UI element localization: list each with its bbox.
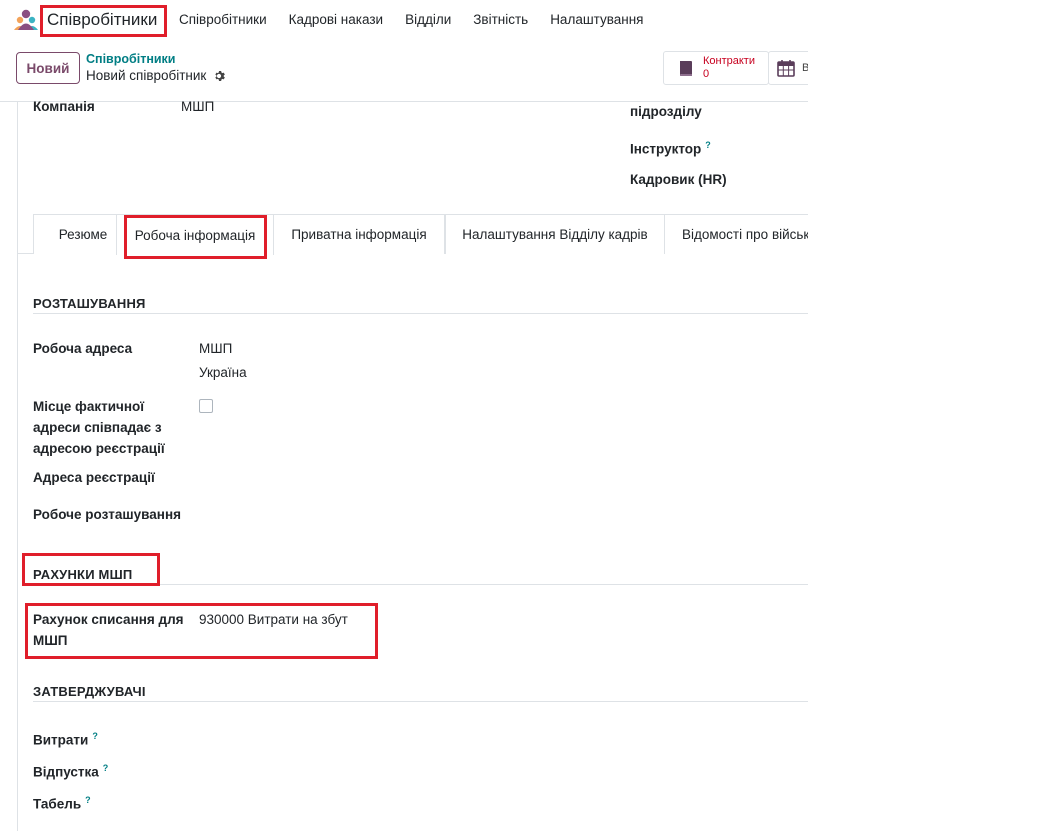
same-address-label-line2: адреси співпадає з [33,420,162,435]
work-location-label: Робоче розташування [33,507,181,522]
second-stat-label: В [802,62,808,74]
help-icon[interactable]: ? [705,140,711,150]
record-name: Новий співробітник [86,68,207,83]
record-title: Новий співробітник [86,68,226,83]
menu-item-configuration[interactable]: Налаштування [550,12,643,27]
contracts-stat-count: 0 [703,68,710,80]
highlight-box-accounts-title [22,553,160,586]
same-address-checkbox[interactable] [199,399,213,413]
control-panel: Новий Співробітники Новий співробітник К… [0,42,808,102]
instructor-label: Інструктор? [630,135,711,160]
section-title-location: РОЗТАШУВАННЯ [33,296,146,311]
hr-label: Кадровик (HR) [630,172,727,187]
highlight-box-work-tab [124,215,267,259]
main-menu: Співробітники Кадрові накази Відділи Зві… [179,12,644,27]
highlight-box-app-name [40,5,167,37]
tab-hr-settings[interactable]: Налаштування Відділу кадрів [445,214,665,254]
highlight-box-writeoff-account [25,603,378,659]
contracts-stat-text: Контракти 0 [703,55,755,81]
book-icon [680,61,692,76]
tab-hr-settings-label: Налаштування Відділу кадрів [462,227,648,242]
company-value[interactable]: МШП [181,95,214,119]
tab-private-information[interactable]: Приватна інформація [273,214,445,254]
new-button[interactable]: Новий [16,52,80,84]
section-divider [33,701,808,702]
contracts-stat-label: Контракти [703,55,755,67]
menu-item-hr-orders[interactable]: Кадрові накази [289,12,383,27]
tab-military-info[interactable]: Відомості про військ [664,214,808,254]
timesheet-approver-label-text: Табель [33,796,82,812]
same-address-label-line1: Місце фактичної [33,399,145,414]
second-stat-button[interactable]: В [768,51,808,85]
work-address-line1[interactable]: МШП [199,337,232,361]
section-divider [33,313,808,314]
same-address-label-line3: адресою реєстрації [33,441,165,456]
registration-address-label: Адреса реєстрації [33,470,155,485]
menu-item-reporting[interactable]: Звітність [473,12,528,27]
app-window: Співробітники Співробітники Кадрові нака… [0,0,808,831]
timesheet-approver-label: Табель? [33,790,91,815]
menu-item-departments[interactable]: Відділи [405,12,451,27]
tab-military-info-label: Відомості про військ [682,227,808,242]
help-icon[interactable]: ? [103,763,109,773]
contracts-stat-button[interactable]: Контракти 0 [663,51,769,85]
company-label: Компанія [33,99,95,114]
timeoff-approver-label: Відпустка? [33,758,108,783]
expenses-approver-label: Витрати? [33,726,98,751]
tab-resume-label: Резюме [58,227,108,242]
help-icon[interactable]: ? [85,795,91,805]
work-address-label: Робоча адреса [33,341,133,356]
help-icon[interactable]: ? [92,731,98,741]
calendar-icon [777,60,795,77]
instructor-label-text: Інструктор [630,141,702,157]
tab-private-information-label: Приватна інформація [291,227,427,242]
work-address-line2: Україна [199,365,247,380]
timeoff-approver-label-text: Відпустка [33,764,99,780]
gear-icon[interactable] [213,70,226,82]
section-title-approvers: ЗАТВЕРДЖУВАЧІ [33,684,146,699]
expenses-approver-label-text: Витрати [33,732,89,748]
menu-item-employees[interactable]: Співробітники [179,12,267,27]
employees-app-icon[interactable] [13,9,39,31]
department-label: підрозділу [630,104,702,119]
breadcrumb[interactable]: Співробітники [86,52,176,66]
